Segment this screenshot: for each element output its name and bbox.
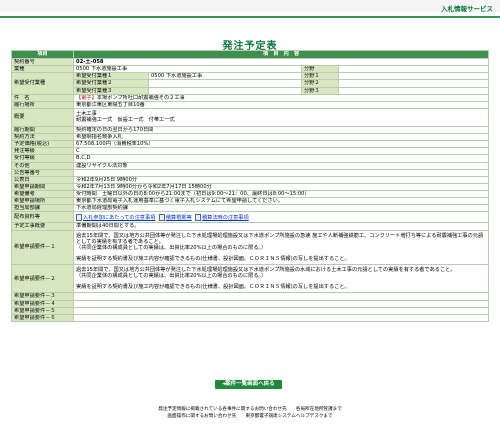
doc-link-estimate[interactable]: 積算根拠等 — [166, 215, 192, 221]
req3-label: 希望申請要件－３ — [11, 292, 74, 301]
document-icon — [158, 213, 165, 221]
req6-value — [72, 313, 490, 322]
apply-place-value: 東京都下水道局電子入札運用基準に基づく電子入札システムにて希望申請してください。 — [72, 197, 490, 206]
announce-no-label: 公告等番号 — [11, 168, 74, 177]
req1-para-3: 実績を証明する契約書及び施工内容が確認できるもの(仕様書、設計図面、ＣＯＲＩＮＳ… — [76, 255, 350, 262]
announce-date-label: 公表日 — [11, 175, 74, 184]
column-header-content: 項 目 内 容 — [72, 50, 490, 59]
desired-3-bunya-value — [337, 86, 490, 95]
doc-link-estimate-notes[interactable]: 積算法時の注意事項 — [202, 215, 249, 221]
desired-3-value — [148, 86, 302, 95]
apply-remarks-label: 希望備考 — [11, 189, 74, 199]
document-icon — [76, 213, 82, 221]
other-label: その他 — [11, 161, 74, 170]
req3-value — [72, 292, 490, 301]
doc-link-notes[interactable]: 入札参加にあたっての注意事項 — [83, 215, 155, 221]
dept-label: 担当局部課 — [11, 204, 74, 213]
announce-no-value — [72, 168, 490, 177]
document-icon — [194, 213, 201, 221]
plan-value: 準備期間は40日間とする。 — [72, 222, 490, 231]
service-name: 入札情報サービス — [441, 5, 493, 13]
apply-remarks-value: 受付時間 土曜日以外の日の8:00から21:00まで（初日は9:00～21：00… — [72, 189, 490, 199]
footer: 発注予定情報に掲載されている各事件に関するお問い合わせ先 各局所在地所管課まで … — [0, 406, 500, 420]
req5-label: 希望申請要件－５ — [11, 306, 74, 315]
summary-label: 概要 — [11, 107, 74, 127]
apply-place-label: 希望申請場所 — [11, 197, 74, 206]
order-grade-value: C — [72, 147, 490, 156]
req5-value — [72, 306, 490, 315]
desired-1-bunya-value — [337, 72, 490, 81]
desired-2-bunya: 分野２ — [301, 79, 339, 88]
location-label: 履行場所 — [11, 100, 74, 109]
order-plan-table: 項目 項 目 内 容 契約番号 02-土-058 業種 0500 下水道施設工事… — [11, 50, 490, 322]
accept-grade-label: 受付等級 — [11, 154, 74, 163]
req6-label: 希望申請要件－６ — [11, 313, 74, 322]
bunya-value — [337, 65, 490, 74]
period-label: 履行期間 — [11, 125, 74, 135]
method-value: 希望制指名競争入札 — [72, 132, 490, 142]
req1-label: 希望申請要件－１ — [11, 229, 74, 265]
desired-2-bunya-value — [337, 79, 490, 88]
period-value: 契約確定の日の翌日から170日間 — [72, 125, 490, 135]
req2-label: 希望申請要件－２ — [11, 263, 74, 294]
req4-label: 希望申請要件－４ — [11, 299, 74, 308]
desired-2-value — [148, 79, 302, 88]
footer-line-2: 画面操作に関するお問い合わせ先 東京都電子調達システムヘルプデスクまで — [167, 414, 333, 419]
category-label: 業種 — [11, 65, 74, 74]
footer-line-1: 発注予定情報に掲載されている各事件に関するお問い合わせ先 各局所在地所管課まで — [158, 407, 342, 412]
desired-1-value: 0500 下水道施設工事 — [148, 72, 302, 81]
electronic-tag: 【電子】 — [76, 94, 97, 101]
price-label: 予定価格(税込) — [11, 140, 74, 149]
desired-1-bunya: 分野１ — [301, 72, 339, 81]
top-bar: 入札情報サービス — [0, 0, 500, 13]
desired-3-label: 希望受付業種３ — [73, 86, 149, 95]
method-label: 契約方法 — [11, 132, 74, 142]
location-value: 東京都江東区東陽五丁目10番 — [72, 100, 490, 109]
desired-2-label: 希望受付業種２ — [73, 79, 149, 88]
price-value: 67,508,100円（消費税率10%） — [72, 140, 490, 149]
name-label: 件 名 — [11, 93, 74, 102]
req2-value: 過去15年間で、国又は地方公共団体等が発注した下水処理場処理施設又は下水道ポンプ… — [72, 263, 490, 294]
desired-3-bunya: 分野３ — [301, 86, 339, 95]
category-value: 0500 下水道施設工事 — [73, 65, 302, 74]
name-text: 本場ポンプ所吐口耐震補強その２工事 — [96, 94, 185, 101]
req1-para-1: 過去15年間で、国又は地方公共団体等が発注した下水処理場処理施設又は下水道ポンプ… — [76, 232, 484, 245]
docs-value: 入札参加にあたっての注意事項 積算根拠等 積算法時の注意事項 — [72, 211, 490, 224]
plan-label: 予定工事概要 — [11, 222, 74, 231]
accept-grade-value: B,C,D — [72, 154, 490, 163]
name-value: 【電子】本場ポンプ所吐口耐震補強その２工事 — [72, 93, 490, 102]
docs-label: 配布資料等 — [11, 211, 74, 224]
req4-value — [72, 299, 490, 308]
dept-value: 下水道局経理部契約課 — [72, 204, 490, 213]
order-grade-label: 発注等級 — [11, 147, 74, 156]
contract-no-value: 02-土-058 — [72, 57, 490, 67]
summary-value: 土木工事 耐震補強工一式 仮設工一式 付帯工一式 — [72, 107, 490, 127]
summary-line-2: 耐震補強工一式 仮設工一式 付帯工一式 — [76, 117, 175, 124]
req2-para-3: 実績を証明する契約書及び施工内容が確認できるもの(仕様書、設計図面、ＣＯＲＩＮＳ… — [76, 284, 350, 291]
header-divider — [0, 16, 500, 18]
announce-date-value: 令和2年9月25日 9時00分 — [72, 175, 490, 184]
desired-1-label: 希望受付業種１ — [73, 72, 149, 81]
apply-period-label: 希望申請期間 — [11, 182, 74, 192]
other-value: 建設リサイクル法対象 — [72, 161, 490, 170]
back-to-list-button[interactable]: ◂案件一覧画面へ戻る — [215, 380, 282, 389]
bunya-label: 分野 — [301, 65, 339, 74]
contract-no-label: 契約番号 — [11, 57, 74, 67]
column-header-item: 項目 — [11, 50, 74, 59]
req1-value: 過去15年間で、国又は地方公共団体等が発注した下水処理場処理施設又は下水道ポンプ… — [72, 229, 490, 265]
desired-label: 希望受付業種 — [11, 72, 74, 95]
apply-period-value: 令和2年7月13日 9時00分から令和2年7月17日 15時00分 — [72, 182, 490, 192]
